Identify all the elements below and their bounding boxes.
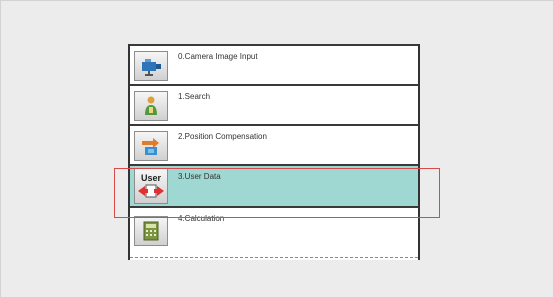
screenshot-frame: 0.Camera Image Input 1.Search 2.Position… — [0, 0, 554, 298]
flow-item-position-compensation[interactable]: 2.Position Compensation — [130, 124, 418, 164]
flow-item-label: 0.Camera Image Input — [178, 52, 258, 61]
list-bottom-divider — [130, 257, 418, 259]
camera-icon — [134, 51, 168, 81]
selection-highlight-box — [114, 168, 440, 218]
flow-item-camera-image-input[interactable]: 0.Camera Image Input — [130, 44, 418, 84]
position-compensation-icon — [134, 131, 168, 161]
processing-flow-list: 0.Camera Image Input 1.Search 2.Position… — [128, 44, 420, 260]
flow-item-search[interactable]: 1.Search — [130, 84, 418, 124]
search-person-icon — [134, 91, 168, 121]
flow-item-label: 1.Search — [178, 92, 211, 101]
calculator-icon — [134, 216, 168, 246]
flow-item-label: 2.Position Compensation — [178, 132, 267, 141]
